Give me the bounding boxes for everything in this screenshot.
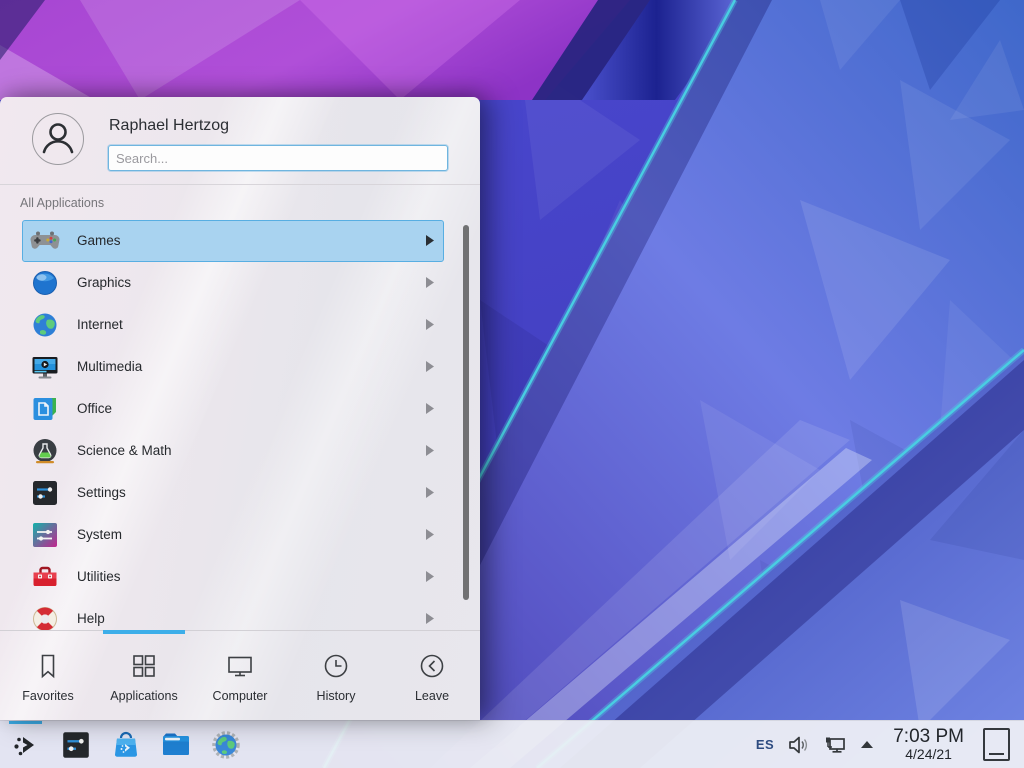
submenu-arrow-icon (426, 613, 434, 624)
submenu-arrow-icon (426, 529, 434, 540)
tab-label: Applications (110, 689, 177, 703)
search-input[interactable] (108, 145, 448, 171)
globe-icon (30, 310, 60, 340)
graphics-sphere-icon (30, 268, 60, 298)
submenu-arrow-icon (426, 319, 434, 330)
category-multimedia[interactable]: Multimedia (22, 346, 444, 388)
tab-active-indicator (103, 630, 185, 634)
settings-sliders-icon (30, 478, 60, 508)
category-label: Multimedia (77, 359, 142, 374)
kde-launcher-icon (10, 729, 42, 761)
category-utilities[interactable]: Utilities (22, 556, 444, 598)
app-launcher-button[interactable] (8, 721, 44, 768)
file-manager-icon (160, 729, 192, 761)
list-scrollbar[interactable] (463, 225, 469, 600)
keyboard-layout-indicator[interactable]: ES (756, 737, 774, 752)
taskbar-discover[interactable] (108, 721, 144, 768)
section-label: All Applications (0, 185, 480, 216)
launcher-open-indicator (9, 721, 42, 724)
gamepad-icon (30, 226, 60, 256)
category-office[interactable]: Office (22, 388, 444, 430)
category-label: System (77, 527, 122, 542)
submenu-arrow-icon (426, 277, 434, 288)
clock-icon (321, 651, 351, 681)
application-launcher-popup: Raphael Hertzog All Applications Games (0, 97, 480, 720)
system-sliders-icon (30, 520, 60, 550)
tab-applications[interactable]: Applications (96, 631, 192, 720)
flask-icon (30, 436, 60, 466)
clock-date: 4/24/21 (893, 747, 964, 762)
category-internet[interactable]: Internet (22, 304, 444, 346)
taskbar-file-manager[interactable] (158, 721, 194, 768)
category-label: Science & Math (77, 443, 172, 458)
category-list: Games Graphics (0, 216, 480, 630)
user-avatar[interactable] (32, 113, 84, 165)
monitor-icon (225, 651, 255, 681)
system-tray: ES 7:03 PM 4/24/21 (756, 727, 1016, 762)
category-graphics[interactable]: Graphics (22, 262, 444, 304)
taskbar-panel: ES 7:03 PM 4/24/21 (0, 720, 1024, 768)
tab-label: Computer (213, 689, 268, 703)
system-settings-icon (60, 729, 92, 761)
tab-label: Leave (415, 689, 449, 703)
tray-expand-arrow-icon[interactable] (860, 740, 874, 749)
category-label: Utilities (77, 569, 121, 584)
lifebuoy-icon (30, 604, 60, 630)
category-system[interactable]: System (22, 514, 444, 556)
tab-label: History (317, 689, 356, 703)
launcher-header: Raphael Hertzog (0, 97, 480, 184)
leave-icon (417, 651, 447, 681)
tab-history[interactable]: History (288, 631, 384, 720)
category-label: Graphics (77, 275, 131, 290)
category-help[interactable]: Help (22, 598, 444, 630)
network-icon[interactable] (823, 734, 847, 756)
tab-label: Favorites (22, 689, 73, 703)
launcher-tabbar: Favorites Applications Computer (0, 630, 480, 720)
desktop: Raphael Hertzog All Applications Games (0, 0, 1024, 768)
discover-icon (110, 729, 142, 761)
tab-leave[interactable]: Leave (384, 631, 480, 720)
taskbar-web-browser[interactable] (208, 721, 244, 768)
multimedia-icon (30, 352, 60, 382)
submenu-arrow-icon (426, 235, 434, 246)
taskbar-system-settings[interactable] (58, 721, 94, 768)
user-name: Raphael Hertzog (109, 117, 448, 135)
office-doc-icon (30, 394, 60, 424)
category-label: Help (77, 611, 105, 626)
tab-favorites[interactable]: Favorites (0, 631, 96, 720)
category-label: Games (77, 233, 121, 248)
submenu-arrow-icon (426, 445, 434, 456)
digital-clock[interactable]: 7:03 PM 4/24/21 (893, 727, 964, 762)
toolbox-icon (30, 562, 60, 592)
category-settings[interactable]: Settings (22, 472, 444, 514)
submenu-arrow-icon (426, 361, 434, 372)
submenu-arrow-icon (426, 403, 434, 414)
category-label: Office (77, 401, 112, 416)
category-label: Internet (77, 317, 123, 332)
user-icon (35, 116, 81, 162)
web-browser-icon (210, 729, 242, 761)
grid-icon (129, 651, 159, 681)
clock-time: 7:03 PM (893, 727, 964, 747)
volume-icon[interactable] (787, 734, 810, 756)
tab-computer[interactable]: Computer (192, 631, 288, 720)
submenu-arrow-icon (426, 571, 434, 582)
submenu-arrow-icon (426, 487, 434, 498)
bookmark-icon (33, 651, 63, 681)
category-games[interactable]: Games (22, 220, 444, 262)
show-desktop-button[interactable] (983, 728, 1010, 761)
category-science-math[interactable]: Science & Math (22, 430, 444, 472)
category-label: Settings (77, 485, 126, 500)
